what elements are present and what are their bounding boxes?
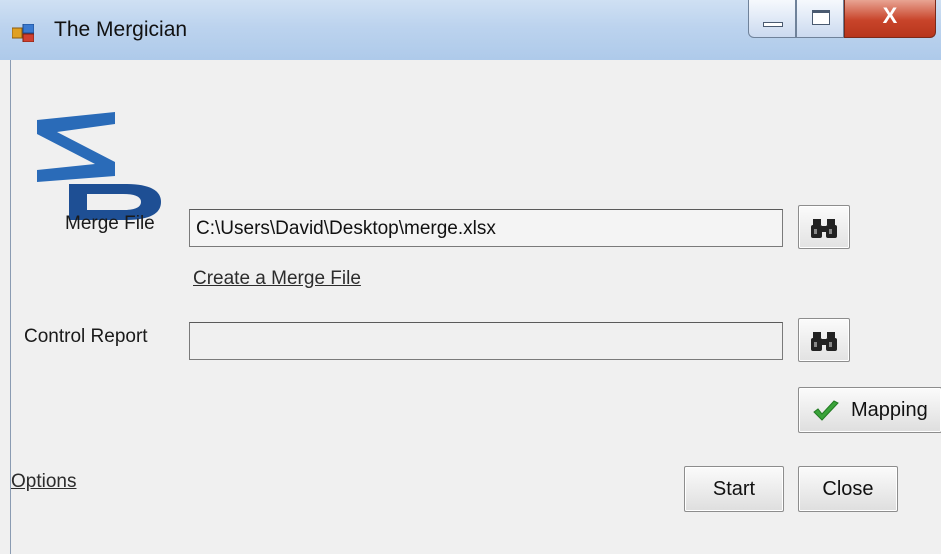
control-report-browse-button[interactable] bbox=[798, 318, 850, 362]
close-icon: X bbox=[882, 3, 898, 28]
merge-file-input[interactable]: C:\Users\David\Desktop\merge.xlsx bbox=[189, 209, 783, 247]
create-merge-file-link[interactable]: Create a Merge File bbox=[193, 268, 361, 290]
binoculars-icon bbox=[811, 332, 837, 351]
window-title: The Mergician bbox=[54, 18, 188, 41]
zd-logo bbox=[37, 112, 161, 220]
start-button[interactable]: Start bbox=[684, 466, 784, 512]
merge-file-browse-button[interactable] bbox=[798, 205, 850, 249]
app-window-icon bbox=[12, 24, 34, 42]
title-bar[interactable]: The Mergician X bbox=[0, 0, 941, 60]
mapping-button-label: Mapping bbox=[851, 399, 928, 421]
main-panel: Merge File C:\Users\David\Desktop\merge.… bbox=[10, 60, 941, 554]
checkmark-icon bbox=[813, 400, 839, 421]
mapping-button[interactable]: Mapping bbox=[798, 387, 941, 433]
merge-file-label: Merge File bbox=[65, 213, 155, 234]
binoculars-icon bbox=[811, 219, 837, 238]
options-link[interactable]: Options bbox=[11, 471, 76, 493]
close-button[interactable]: Close bbox=[798, 466, 898, 512]
control-report-input[interactable] bbox=[189, 322, 783, 360]
minimize-button[interactable] bbox=[748, 0, 796, 38]
maximize-button[interactable] bbox=[796, 0, 844, 38]
close-window-button[interactable]: X bbox=[844, 0, 936, 38]
minimize-icon bbox=[763, 22, 783, 27]
maximize-icon bbox=[812, 10, 830, 25]
control-report-label: Control Report bbox=[24, 326, 148, 347]
